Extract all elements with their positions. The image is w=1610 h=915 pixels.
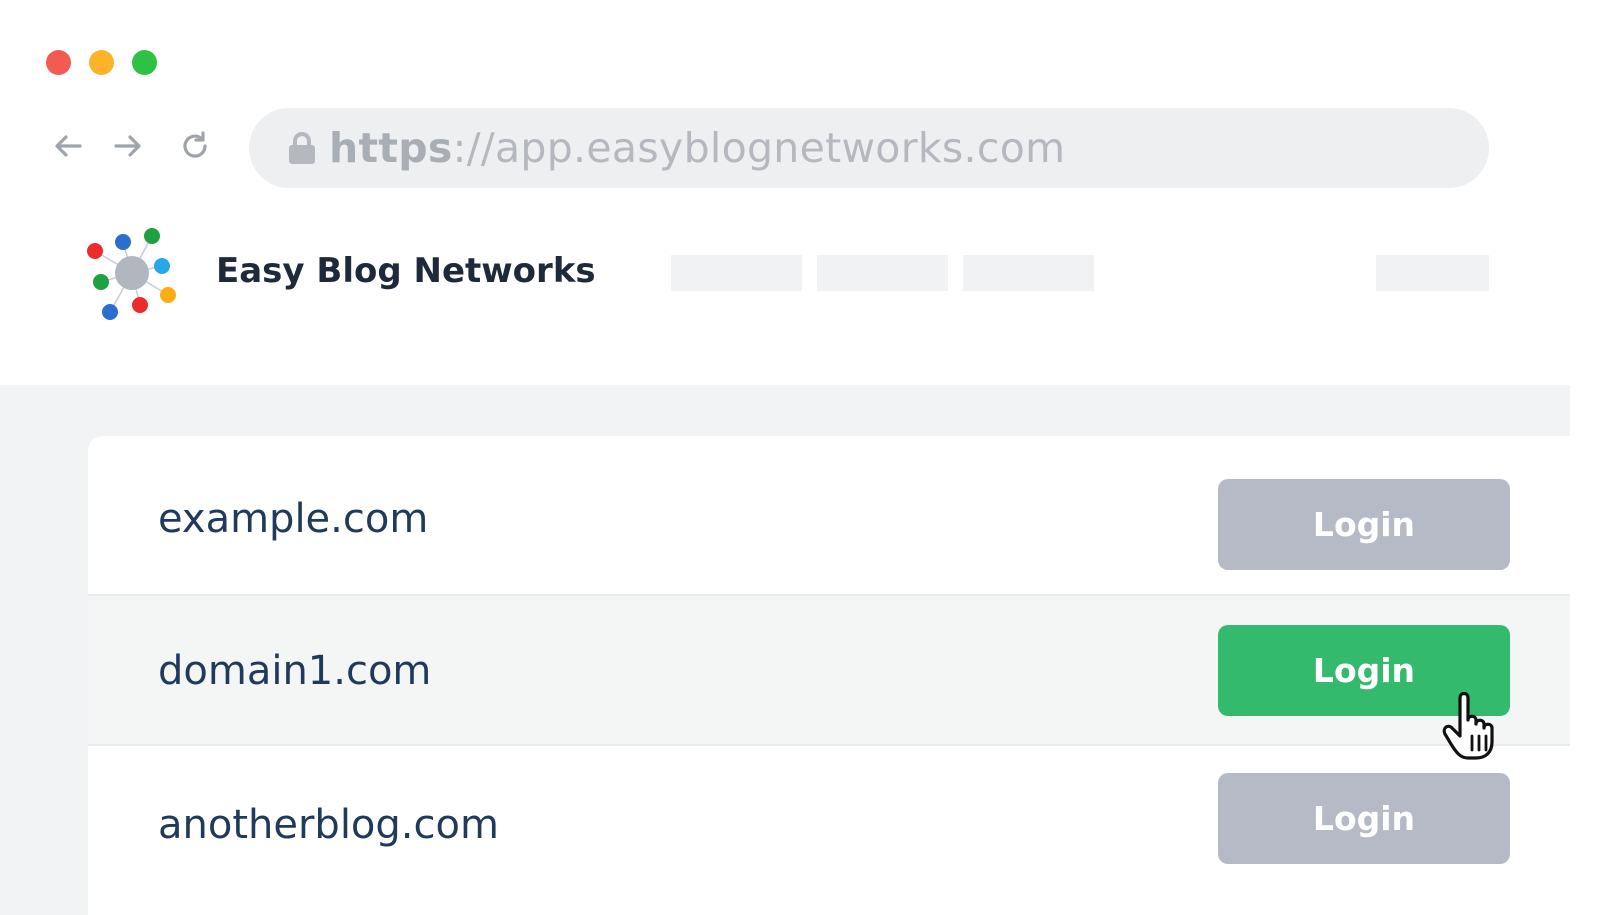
brand-name[interactable]: Easy Blog Networks [216, 248, 596, 294]
reload-icon [183, 131, 207, 158]
site-domain: domain1.com [158, 648, 432, 694]
site-domain: anotherblog.com [158, 802, 499, 848]
hand-pointer-icon [1442, 691, 1494, 760]
back-button[interactable] [48, 126, 88, 166]
url-host: ://app.easyblognetworks.com [452, 124, 1066, 172]
url-text: https://app.easyblognetworks.com [329, 122, 1065, 174]
login-button[interactable]: Login [1218, 479, 1510, 570]
close-window-button[interactable] [46, 50, 71, 75]
url-scheme: https [329, 124, 453, 172]
lock-icon [289, 132, 315, 164]
back-arrow-icon [55, 135, 82, 157]
nav-placeholder-1[interactable] [671, 255, 802, 291]
login-button[interactable]: Login [1218, 773, 1510, 864]
site-row: anotherblog.com Login [88, 746, 1570, 898]
site-domain: example.com [158, 496, 429, 542]
nav-placeholder-account[interactable] [1376, 255, 1489, 291]
site-row: domain1.com Login [88, 594, 1570, 746]
reload-button[interactable] [175, 126, 215, 166]
forward-arrow-icon [114, 135, 141, 157]
maximize-window-button[interactable] [132, 50, 157, 75]
sites-list: example.com Login domain1.com Login anot… [88, 436, 1570, 915]
minimize-window-button[interactable] [89, 50, 114, 75]
nav-placeholder-2[interactable] [817, 255, 948, 291]
window-controls [46, 50, 157, 75]
browser-window: https://app.easyblognetworks.com Easy Bl… [0, 0, 1570, 915]
site-row: example.com Login [88, 436, 1570, 588]
easy-blog-networks-logo-icon[interactable] [82, 224, 182, 324]
address-bar[interactable]: https://app.easyblognetworks.com [249, 108, 1489, 188]
app-header: Easy Blog Networks [0, 200, 1570, 385]
nav-placeholder-3[interactable] [963, 255, 1094, 291]
content-area: example.com Login domain1.com Login anot… [0, 385, 1570, 915]
forward-button[interactable] [108, 126, 148, 166]
